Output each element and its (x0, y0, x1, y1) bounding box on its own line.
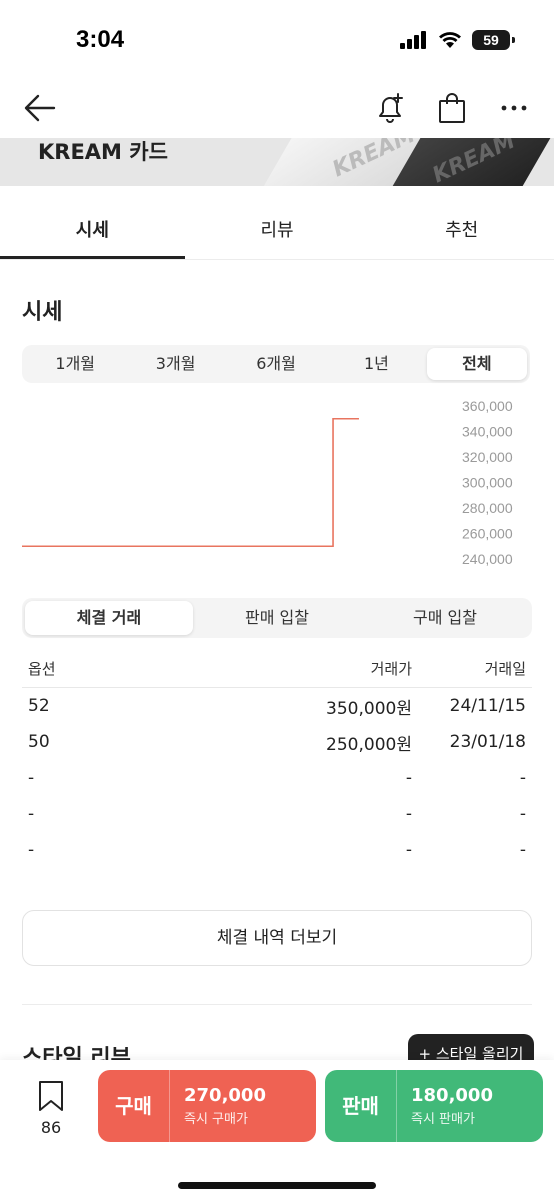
status-icons: 59 (400, 30, 515, 50)
row-date: 23/01/18 (449, 732, 526, 752)
row-price: - (405, 840, 412, 860)
back-button[interactable] (22, 90, 58, 126)
row-date: 24/11/15 (449, 696, 526, 716)
buy-price: 270,000 (184, 1085, 266, 1106)
row-price: 350,000원 (326, 698, 412, 719)
wifi-icon (439, 32, 461, 48)
table-row: - - - (22, 760, 532, 796)
more-button[interactable] (496, 90, 532, 126)
sell-sub: 즉시 판매가 (411, 1112, 475, 1127)
row-date: - (519, 804, 526, 824)
row-date: - (519, 768, 526, 788)
home-indicator (178, 1182, 376, 1189)
period-3-months[interactable]: 3개월 (125, 348, 225, 380)
bookmark-count: 86 (40, 1118, 62, 1137)
status-time: 3:04 (76, 26, 125, 53)
row-price: 250,000원 (326, 734, 412, 755)
row-option: - (28, 804, 35, 824)
sell-button[interactable]: 판매 180,000 즉시 판매가 (325, 1070, 543, 1142)
buy-sub: 즉시 구매가 (184, 1112, 248, 1127)
row-price: - (405, 804, 412, 824)
row-date: - (519, 840, 526, 860)
row-option: 52 (28, 696, 50, 716)
price-chart-svg: 360,000 340,000 320,000 300,000 280,000 260,0… (22, 398, 513, 567)
y-tick-label: 300,000 (462, 475, 513, 491)
y-tick-label: 340,000 (462, 424, 513, 440)
signal-icon (400, 31, 426, 49)
bookmark-icon (39, 1081, 63, 1111)
trade-table: 옵션 거래가 거래일 52 350,000원 24/11/15 50 250,0… (22, 650, 532, 868)
shopping-bag-button[interactable] (434, 90, 470, 126)
battery-icon: 59 (472, 30, 515, 50)
y-tick-label: 240,000 (462, 551, 513, 567)
table-row: 50 250,000원 23/01/18 (22, 724, 532, 760)
price-chart: 360,000 340,000 320,000 300,000 280,000 260,0… (22, 396, 532, 576)
bell-plus-icon (379, 93, 403, 123)
shopping-bag-icon (439, 93, 465, 123)
table-row: - - - (22, 832, 532, 868)
sell-label: 판매 (325, 1070, 397, 1142)
tab-sell-bids[interactable]: 판매 입찰 (193, 601, 361, 635)
table-row: - - - (22, 796, 532, 832)
period-1-year[interactable]: 1년 (326, 348, 426, 380)
row-option: - (28, 840, 35, 860)
header-date: 거래일 (484, 660, 526, 678)
table-header: 옵션 거래가 거래일 (22, 650, 532, 688)
buy-label: 구매 (98, 1070, 170, 1142)
more-trades-button[interactable]: 체결 내역 더보기 (22, 910, 532, 966)
product-tabs: 시세 리뷰 추천 (0, 196, 554, 260)
tab-recommend[interactable]: 추천 (369, 196, 554, 259)
header-price: 거래가 (370, 660, 412, 678)
period-selector: 1개월 3개월 6개월 1년 전체 (22, 345, 530, 383)
sell-price: 180,000 (411, 1085, 493, 1106)
nav-actions (372, 90, 532, 126)
period-6-months[interactable]: 6개월 (226, 348, 326, 380)
period-all[interactable]: 전체 (426, 348, 528, 380)
tab-reviews[interactable]: 리뷰 (185, 196, 370, 259)
bottom-action-bar: 86 구매 270,000 즉시 구매가 판매 180,000 즉시 판매가 (0, 1060, 554, 1200)
trade-type-selector: 체결 거래 판매 입찰 구매 입찰 (22, 598, 532, 638)
more-horizontal-icon (501, 105, 527, 111)
bookmark-button[interactable]: 86 (28, 1080, 74, 1137)
row-option: - (28, 768, 35, 788)
tab-completed-trades[interactable]: 체결 거래 (25, 601, 193, 635)
notification-button[interactable] (372, 90, 408, 126)
y-tick-label: 360,000 (462, 398, 513, 414)
nav-bar (0, 80, 554, 138)
market-section-title: 시세 (22, 300, 63, 325)
arrow-left-icon (24, 94, 56, 122)
buy-button[interactable]: 구매 270,000 즉시 구매가 (98, 1070, 316, 1142)
row-price: - (405, 768, 412, 788)
header-option: 옵션 (28, 660, 56, 678)
section-divider (22, 1004, 532, 1005)
banner-title: KREAM 카드 (38, 140, 168, 164)
row-option: 50 (28, 732, 50, 752)
buy-info: 270,000 즉시 구매가 (170, 1085, 266, 1127)
y-tick-label: 260,000 (462, 526, 513, 542)
tab-market-price[interactable]: 시세 (0, 196, 185, 259)
price-line (22, 417, 359, 548)
y-tick-label: 280,000 (462, 500, 513, 516)
kream-card-banner[interactable]: KREAM KREAM KREAM 카드 (0, 138, 554, 186)
tab-buy-bids[interactable]: 구매 입찰 (361, 601, 529, 635)
table-row: 52 350,000원 24/11/15 (22, 688, 532, 724)
sell-info: 180,000 즉시 판매가 (397, 1085, 493, 1127)
status-bar: 3:04 59 (0, 0, 554, 80)
period-1-month[interactable]: 1개월 (25, 348, 125, 380)
y-tick-label: 320,000 (462, 449, 513, 465)
